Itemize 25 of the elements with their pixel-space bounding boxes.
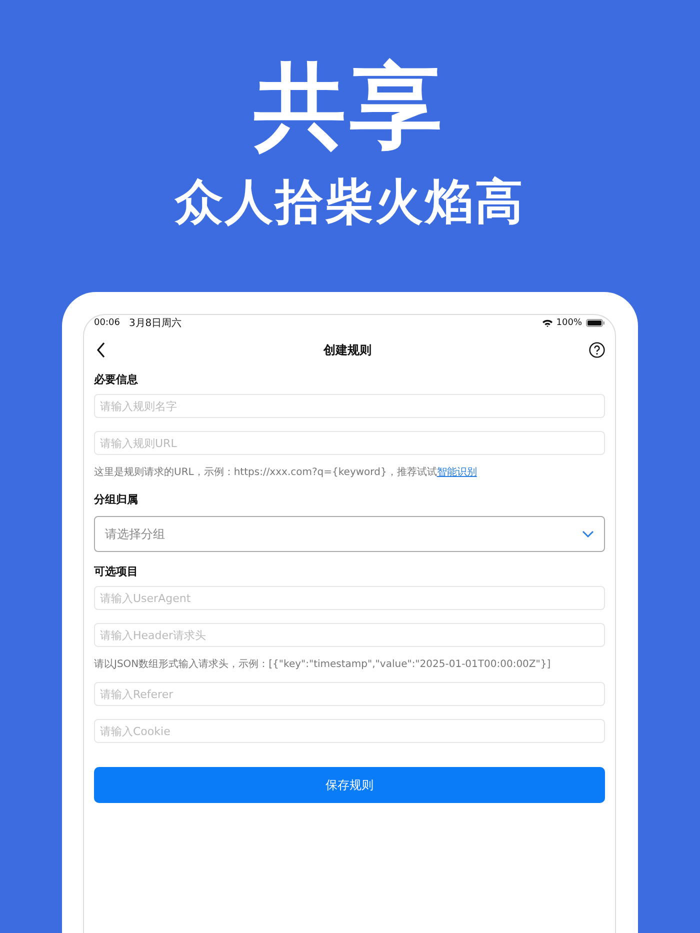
input-field[interactable]: 请输入Cookie xyxy=(94,719,605,743)
section-heading: 分组归属 xyxy=(94,492,139,508)
group-dropdown[interactable]: 请选择分组 xyxy=(94,516,605,552)
hint-text: 请以JSON数组形式输入请求头，示例：[{"key":"timestamp","value":"2025-01-01T00:00:00Z"}] xyxy=(94,658,552,672)
page-title: 创建规则 xyxy=(324,342,372,358)
tagline: 众人拾柴火焰高 xyxy=(175,173,525,232)
input-field[interactable]: 请输入UserAgent xyxy=(94,586,605,610)
status-date: 3月8日周六 xyxy=(128,316,182,330)
battery-percent: 100% xyxy=(556,318,582,328)
input-field[interactable]: 请输入Header请求头 xyxy=(94,623,605,647)
section-heading: 可选项目 xyxy=(94,564,139,580)
chevron-down-icon xyxy=(582,530,594,538)
help-icon[interactable] xyxy=(589,342,605,358)
input-field[interactable]: 请输入规则名字 xyxy=(94,394,605,418)
hint-text: 这里是规则请求的URL，示例：https://xxx.com?q={keyword}，推荐试试智能识别 xyxy=(94,466,478,480)
back-icon[interactable] xyxy=(96,342,106,358)
input-field[interactable]: 请输入Referer xyxy=(94,682,605,706)
status-time: 00:06 xyxy=(94,318,120,328)
wifi-icon xyxy=(542,319,554,327)
headline: 共享 xyxy=(254,52,446,162)
smart-detect-link[interactable]: 智能识别 xyxy=(436,467,477,478)
input-field[interactable]: 请输入规则URL xyxy=(94,431,605,455)
battery-icon xyxy=(586,319,605,327)
section-heading: 必要信息 xyxy=(94,372,139,388)
save-button[interactable]: 保存规则 xyxy=(94,767,605,803)
